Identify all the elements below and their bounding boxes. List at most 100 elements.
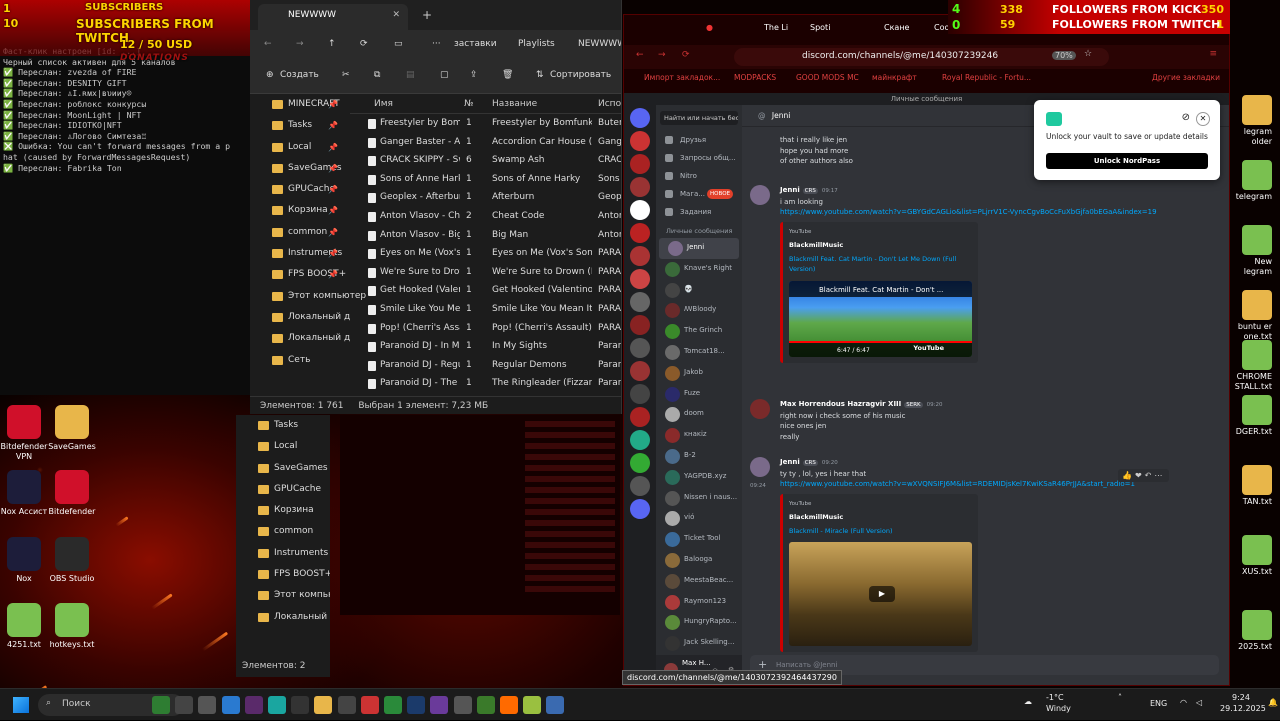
taskbar-app-icon[interactable] (268, 696, 286, 714)
dm-search[interactable]: Найти или начать бес... (660, 111, 738, 125)
notification-icon[interactable]: 🔔 (1268, 698, 1278, 707)
dm-nav-item[interactable]: Nitro (656, 167, 742, 185)
youtube-link[interactable]: https://www.youtube.com/watch?v=GBYGdCAG… (780, 207, 1219, 218)
desktop-icon[interactable]: hotkeys.txt (40, 603, 104, 650)
desktop-icon[interactable]: XUS.txt (1232, 535, 1272, 577)
wifi-icon[interactable]: ◠ (1180, 698, 1187, 707)
server-icon[interactable] (630, 453, 650, 473)
taskbar-app-icon[interactable] (500, 696, 518, 714)
sidebar-item[interactable]: Instruments (236, 543, 330, 564)
desktop-icon[interactable]: telegram (1232, 160, 1272, 202)
col-artist[interactable]: Испо (598, 99, 621, 109)
video-player[interactable]: ▶ (789, 542, 972, 646)
file-row[interactable]: Paranoid DJ - In My...1In My SightsParan (350, 337, 621, 356)
play-icon[interactable]: ▶ (869, 586, 895, 602)
dm-item[interactable]: YAGPDB.xyz (656, 467, 742, 488)
dm-item[interactable]: ĸнaĸiz (656, 425, 742, 446)
dm-item[interactable]: vió (656, 508, 742, 529)
server-icon[interactable] (630, 154, 650, 174)
sidebar-item[interactable]: MINECRAFT📌 (250, 94, 348, 115)
sidebar-item[interactable]: Локальный д (250, 307, 348, 328)
zoom-level[interactable]: 70% (1052, 51, 1076, 60)
sidebar-item[interactable]: Этот компьютер (250, 286, 348, 307)
bookmark-6[interactable]: Другие закладки (1152, 73, 1220, 82)
col-num[interactable]: № (464, 99, 473, 109)
forward-icon[interactable]: → (658, 50, 666, 60)
desktop-icon[interactable]: CHROME STALL.txt (1232, 340, 1272, 392)
taskbar-app-icon[interactable] (338, 696, 356, 714)
taskbar-app-icon[interactable] (198, 696, 216, 714)
col-name[interactable]: Имя (374, 99, 393, 109)
close-icon[interactable]: ✕ (392, 10, 400, 20)
desktop-icon[interactable]: buntu er one.txt (1232, 290, 1272, 342)
discord-tab-icon[interactable]: ● (706, 23, 713, 32)
file-row[interactable]: Freestyler by Bomfu...1Freestyler by Bom… (350, 114, 621, 133)
desktop-icon[interactable]: SaveGames (40, 405, 104, 452)
file-row[interactable]: Paranoid DJ - The Ri...1The Ringleader (… (350, 374, 621, 393)
taskbar-app-icon[interactable] (454, 696, 472, 714)
dm-item[interactable]: Raymon123 (656, 592, 742, 613)
bookmark-3[interactable]: GOOD MODS MC (796, 73, 859, 82)
desktop-icon[interactable]: Bitdefender (40, 470, 104, 517)
up-icon[interactable]: ↑ (328, 39, 336, 49)
sidebar-item[interactable]: GPUCache📌 (250, 179, 348, 200)
taskbar-app-icon[interactable] (361, 696, 379, 714)
dm-nav-item[interactable]: Друзья (656, 131, 742, 149)
server-icon[interactable] (630, 361, 650, 381)
unlock-nordpass-button[interactable]: Unlock NordPass (1046, 153, 1208, 169)
server-icon[interactable] (630, 384, 650, 404)
dm-item[interactable]: MeestaBeac... (656, 571, 742, 592)
file-row[interactable]: Pop! (Cherri's Assau...1Pop! (Cherri's A… (350, 319, 621, 338)
server-icon[interactable] (630, 338, 650, 358)
video-player[interactable]: Blackmill Feat. Cat Martin - Don't ...6:… (789, 281, 972, 357)
forward-icon[interactable]: → (296, 39, 304, 49)
desktop-icon[interactable]: New legram (1232, 225, 1272, 277)
sidebar-item[interactable]: Корзина📌 (250, 200, 348, 221)
dm-item[interactable]: 💀 (656, 280, 742, 301)
weather-icon[interactable]: ☁ (1024, 697, 1032, 706)
clock-time[interactable]: 9:24 (1232, 693, 1250, 702)
sidebar-item[interactable]: Local📌 (250, 137, 348, 158)
file-row[interactable]: Ganger Baster - Acc...1Accordion Car Hou… (350, 133, 621, 152)
bookmark-2[interactable]: MODPACKS (734, 73, 776, 82)
sidebar-item[interactable]: Сеть (250, 350, 348, 371)
server-icon[interactable] (630, 499, 650, 519)
dm-item[interactable]: B-2 (656, 446, 742, 467)
dm-item[interactable]: Ticket Tool (656, 529, 742, 550)
server-icon[interactable] (630, 246, 650, 266)
star-icon[interactable]: ☆ (1084, 49, 1092, 59)
avatar[interactable] (750, 399, 770, 419)
bookmark-1[interactable]: Импорт закладок... (644, 73, 720, 82)
desktop-icon[interactable]: 2025.txt (1232, 610, 1272, 652)
share-icon[interactable]: ⇪ (470, 70, 478, 80)
dm-nav-item[interactable]: Запросы общ... (656, 149, 742, 167)
server-icon[interactable] (630, 223, 650, 243)
file-row[interactable]: Anton Vlasov - Big ...1Big ManAnton (350, 226, 621, 245)
server-icon[interactable] (630, 430, 650, 450)
desktop-icon[interactable]: TAN.txt (1232, 465, 1272, 507)
cut-icon[interactable]: ✂ (342, 70, 350, 80)
sidebar-item[interactable]: common📌 (250, 222, 348, 243)
server-icon[interactable] (630, 108, 650, 128)
browser-tab-3[interactable]: Сканe (884, 23, 909, 32)
message-author[interactable]: Jenni (780, 458, 800, 466)
sidebar-item[interactable]: SaveGames (236, 458, 330, 479)
server-icon[interactable] (630, 315, 650, 335)
add-icon[interactable]: ⊕ (266, 70, 274, 80)
copy-icon[interactable]: ⧉ (374, 70, 380, 80)
file-row[interactable]: We're Sure to Drow...1We're Sure to Drow… (350, 263, 621, 282)
back-icon[interactable]: ← (636, 50, 644, 60)
thumbs-up-icon[interactable]: 👍 (1122, 471, 1135, 480)
taskbar-app-icon[interactable] (407, 696, 425, 714)
sort-button[interactable]: Сортировать (550, 70, 611, 80)
breadcrumb-1[interactable]: заставки (454, 39, 497, 49)
browser-tab-2[interactable]: Spoti (810, 23, 830, 32)
close-icon[interactable]: ✕ (1196, 112, 1210, 126)
sidebar-item[interactable]: Корзина (236, 500, 330, 521)
file-row[interactable]: Eyes on Me (Vox's S...1Eyes on Me (Vox's… (350, 244, 621, 263)
monitor-icon[interactable]: ▭ (394, 39, 403, 49)
file-explorer-window[interactable]: NEWWWW ✕ + ← → ↑ ⟳ ▭ ··· заставки Playli… (250, 0, 622, 414)
media-player-window[interactable] (340, 415, 620, 615)
chat-message[interactable]: JenniCRS09:20ty ty , lol, yes i hear tha… (750, 457, 1219, 652)
sort-icon[interactable]: ⇅ (536, 70, 544, 80)
